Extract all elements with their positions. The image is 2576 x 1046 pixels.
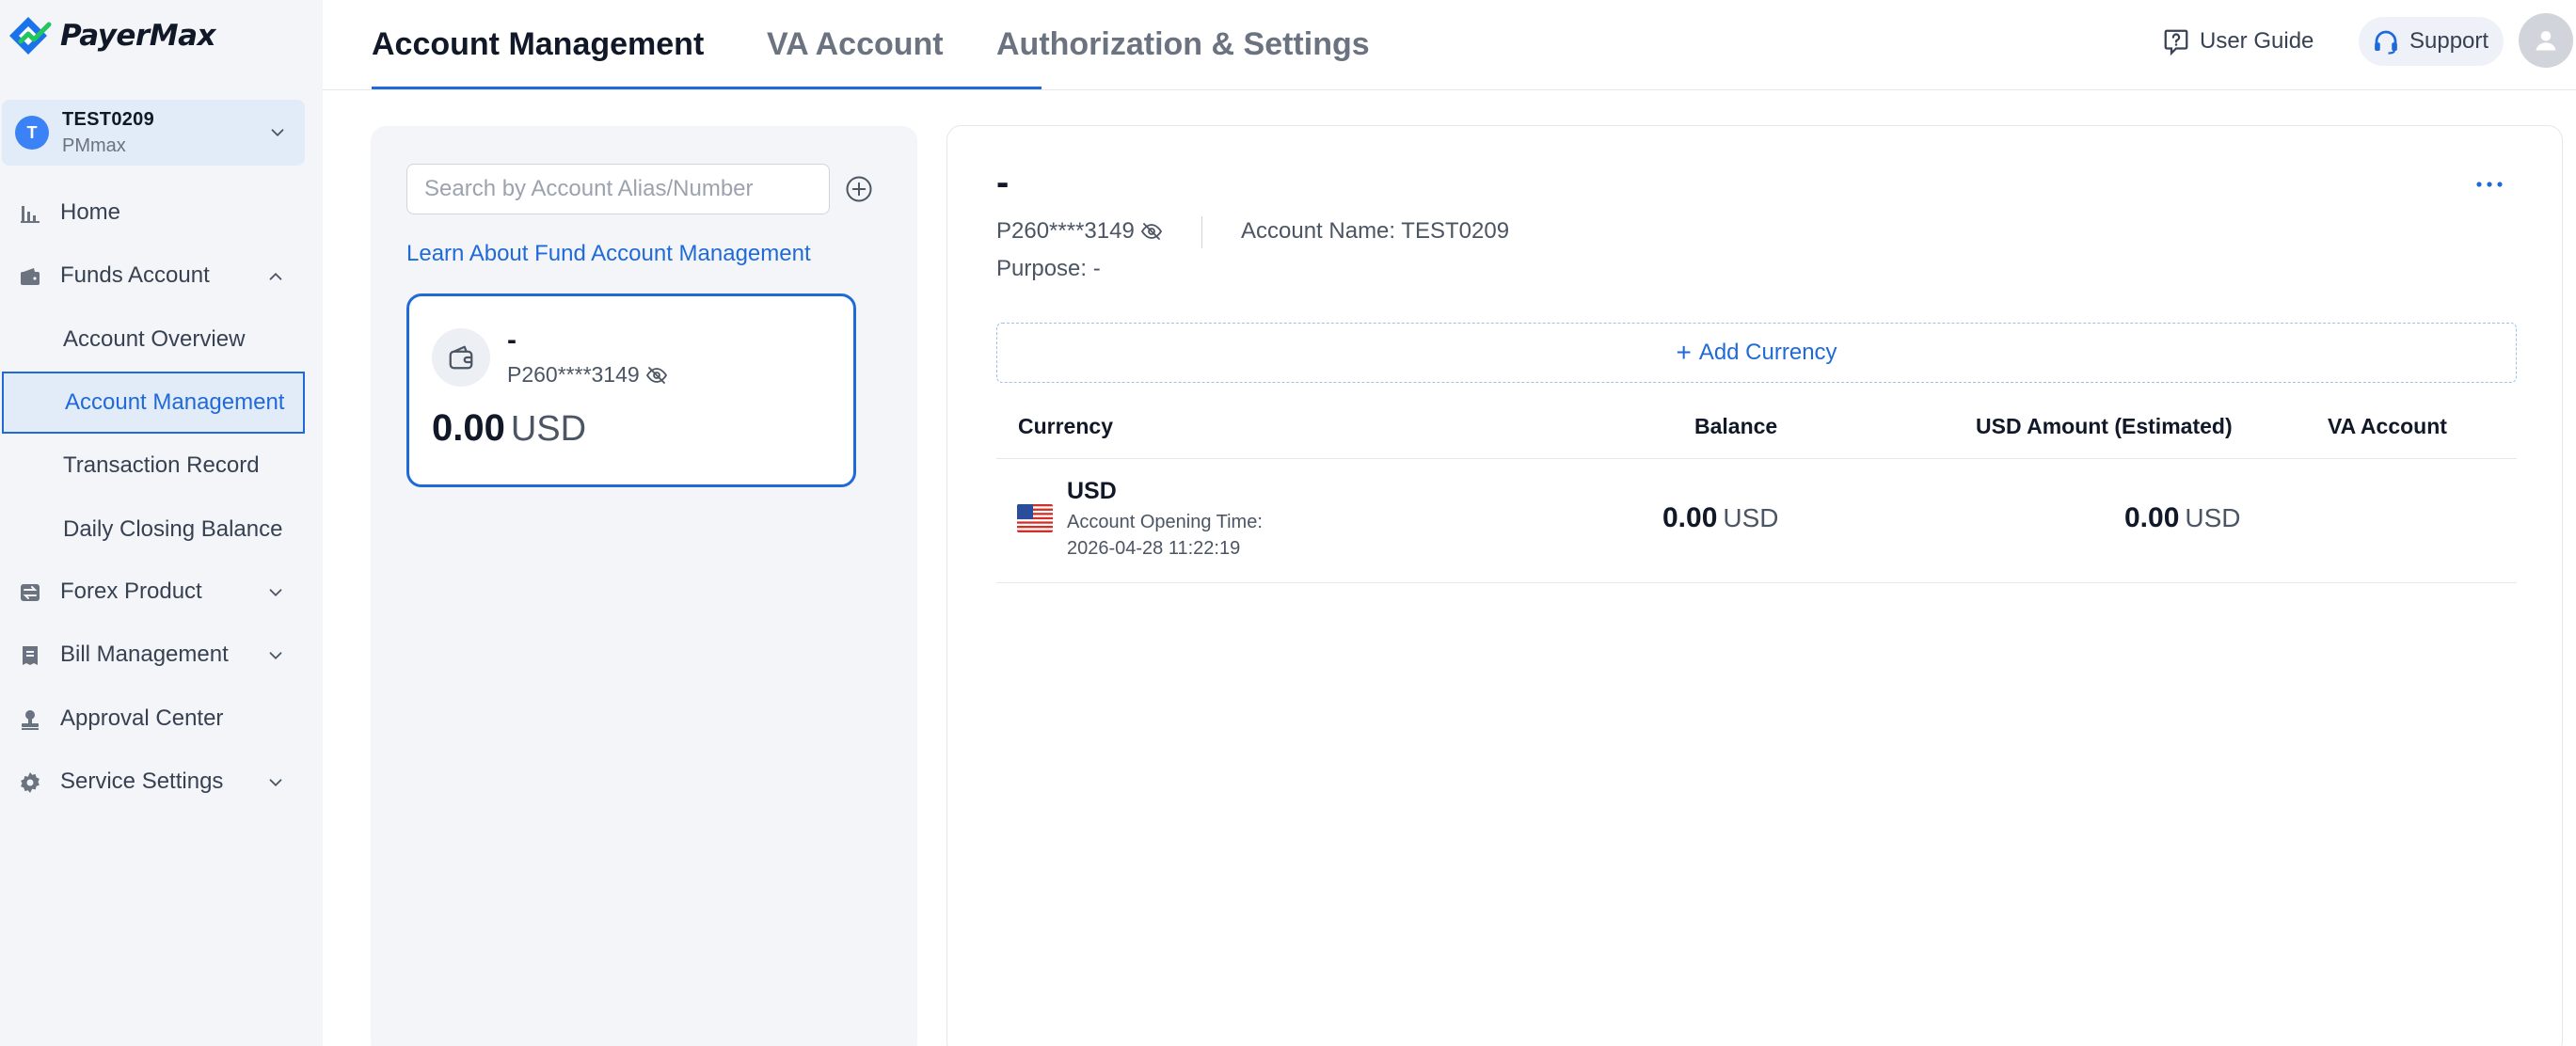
tab-va-account[interactable]: VA Account xyxy=(767,26,944,63)
active-tab-indicator xyxy=(372,87,1042,89)
question-chat-icon xyxy=(2164,29,2188,55)
sidebar: PayerMax T TEST0209 PMmax Home Funds Acc… xyxy=(0,0,323,1046)
row-currency: USD xyxy=(1067,478,1117,504)
account-name: Account Name: TEST0209 xyxy=(1241,218,1510,244)
merchant-name: TEST0209 xyxy=(62,108,155,130)
account-search-input[interactable] xyxy=(406,164,830,214)
sidebar-subitem-label: Daily Closing Balance xyxy=(63,516,283,542)
user-icon xyxy=(2536,31,2556,51)
bill-icon xyxy=(23,646,38,665)
account-number: P260****3149 xyxy=(996,218,1163,245)
table-header-va-account: VA Account xyxy=(2328,414,2447,438)
merchant-avatar: T xyxy=(15,116,49,150)
sidebar-subitem-daily-closing-balance[interactable]: Daily Closing Balance xyxy=(0,499,305,561)
sidebar-item-bill-management[interactable]: Bill Management xyxy=(0,624,305,686)
row-opening-label: Account Opening Time: xyxy=(1067,512,1263,532)
more-options-icon[interactable] xyxy=(2475,181,2504,188)
merchant-switcher[interactable]: T TEST0209 PMmax xyxy=(2,100,305,166)
account-list-panel: Learn About Fund Account Management - P2… xyxy=(371,126,917,1046)
row-opening-time: 2026-04-28 11:22:19 xyxy=(1067,538,1241,559)
row-balance: 0.00 USD xyxy=(1662,502,1779,534)
bar-chart-icon xyxy=(21,206,40,223)
gear-icon xyxy=(21,772,40,793)
plus-icon: + xyxy=(1676,338,1692,367)
sidebar-item-funds-account[interactable]: Funds Account xyxy=(0,245,305,307)
sidebar-item-service-settings[interactable]: Service Settings xyxy=(0,751,305,813)
sidebar-item-forex-product[interactable]: Forex Product xyxy=(0,561,305,623)
user-guide-button[interactable]: User Guide xyxy=(2162,17,2314,66)
sidebar-item-label: Service Settings xyxy=(60,769,224,794)
wallet-icon xyxy=(21,268,40,285)
user-guide-label: User Guide xyxy=(2200,28,2314,54)
stamp-icon xyxy=(22,710,39,730)
sidebar-subitem-account-management[interactable]: Account Management xyxy=(2,372,305,434)
merchant-sub: PMmax xyxy=(62,135,126,156)
chevron-down-icon xyxy=(269,652,282,660)
sidebar-item-label: Funds Account xyxy=(60,262,210,288)
row-balance-amount: 0.00 xyxy=(1662,502,1718,533)
sidebar-item-approval-center[interactable]: Approval Center xyxy=(0,688,305,750)
brand-name: PayerMax xyxy=(60,19,216,53)
tab-authorization-settings[interactable]: Authorization & Settings xyxy=(996,26,1370,63)
sidebar-subitem-label: Transaction Record xyxy=(63,452,260,478)
card-balance-amount: 0.00 xyxy=(432,407,505,449)
sidebar-subitem-transaction-record[interactable]: Transaction Record xyxy=(0,435,305,497)
account-number-text: P260****3149 xyxy=(996,218,1135,244)
account-card[interactable]: - P260****3149 0.00 USD xyxy=(406,293,856,487)
sidebar-subitem-label: Account Management xyxy=(65,389,285,415)
user-avatar[interactable] xyxy=(2519,13,2573,68)
account-purpose: Purpose: - xyxy=(996,256,1101,281)
table-header-balance: Balance xyxy=(1694,414,1778,438)
brand-logo[interactable]: PayerMax xyxy=(8,13,216,58)
row-balance-currency: USD xyxy=(1723,503,1779,532)
add-currency-button[interactable]: + Add Currency xyxy=(996,323,2517,383)
table-header-usd-amount: USD Amount (Estimated) xyxy=(1976,414,2233,438)
account-title: - xyxy=(996,162,1010,203)
divider xyxy=(1201,216,1202,248)
card-account-alias: - xyxy=(507,325,517,356)
row-usd-amount: 0.00 USD xyxy=(2124,502,2241,534)
add-circle-icon[interactable] xyxy=(845,175,873,203)
account-detail-panel: - P260****3149 Account Name: TEST0209 Pu… xyxy=(946,125,2563,1046)
chevron-up-icon xyxy=(269,272,282,280)
support-button[interactable]: Support xyxy=(2359,17,2504,66)
chevron-down-icon xyxy=(271,129,284,137)
add-currency-label: Add Currency xyxy=(1698,340,1837,365)
us-flag-icon xyxy=(1017,504,1053,532)
sidebar-item-label: Approval Center xyxy=(60,705,224,731)
payermax-logo-icon xyxy=(9,17,52,55)
card-account-number: P260****3149 xyxy=(507,362,668,388)
exchange-icon xyxy=(21,584,40,601)
sidebar-item-home[interactable]: Home xyxy=(0,182,305,244)
table-header-divider xyxy=(996,458,2517,459)
eye-off-icon[interactable] xyxy=(1140,220,1163,243)
support-label: Support xyxy=(2409,28,2489,54)
sidebar-subitem-label: Account Overview xyxy=(63,326,246,352)
table-header-currency: Currency xyxy=(1018,414,1113,438)
table-row-divider xyxy=(996,582,2517,583)
card-balance: 0.00 USD xyxy=(432,407,586,450)
card-balance-currency: USD xyxy=(510,409,587,449)
sidebar-item-label: Home xyxy=(60,199,121,225)
tab-account-management[interactable]: Account Management xyxy=(372,26,704,63)
row-usd-amount-currency: USD xyxy=(2185,503,2241,532)
chevron-down-icon xyxy=(269,589,282,597)
wallet-icon xyxy=(449,345,473,370)
learn-fund-account-link[interactable]: Learn About Fund Account Management xyxy=(406,241,811,267)
headset-icon xyxy=(2375,30,2397,55)
wallet-badge xyxy=(432,328,490,387)
chevron-down-icon xyxy=(269,779,282,787)
sidebar-subitem-account-overview[interactable]: Account Overview xyxy=(0,309,305,371)
row-usd-amount-value: 0.00 xyxy=(2124,502,2180,533)
card-account-number-text: P260****3149 xyxy=(507,362,640,387)
top-header: Account Management VA Account Authorizat… xyxy=(323,0,2576,90)
sidebar-item-label: Bill Management xyxy=(60,642,229,667)
sidebar-item-label: Forex Product xyxy=(60,578,202,604)
eye-off-icon[interactable] xyxy=(645,364,668,387)
